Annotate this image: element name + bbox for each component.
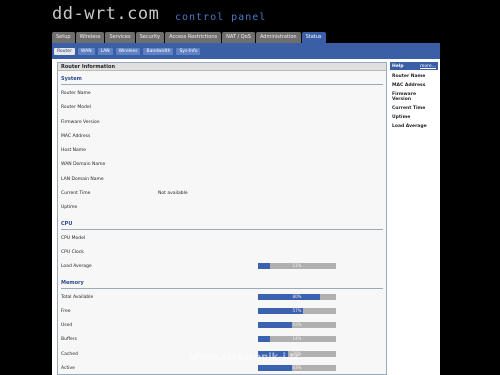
subtab-wireless[interactable]: Wireless xyxy=(115,47,141,55)
row-label: Current Time xyxy=(61,191,91,197)
info-row-lan-domain-name: LAN Domain Name xyxy=(58,173,386,187)
usage-bar: 43% xyxy=(258,322,336,329)
info-row-current-time: Current Time Not available xyxy=(58,187,386,201)
help-item-title: Current Time xyxy=(392,106,426,111)
usage-bar: 57% xyxy=(258,307,336,314)
row-label: Cached xyxy=(61,351,78,357)
usage-percent: 57% xyxy=(292,307,302,313)
help-title: Help xyxy=(392,63,404,69)
usage-percent: 11% xyxy=(292,263,302,269)
system-rows: Router Name Router Model Firmware Version M… xyxy=(58,87,386,216)
section-system: System xyxy=(61,76,82,82)
main-tabs: Setup Wireless Services Security Access … xyxy=(52,32,440,43)
row-label: MAC Address xyxy=(61,133,91,139)
row-value: Not available xyxy=(158,191,188,197)
section-cpu: CPU xyxy=(61,220,73,227)
help-item-title: MAC Address xyxy=(392,83,426,88)
usage-bar: 11% xyxy=(258,263,336,270)
help-items: Router Name MAC Address Firmware Version Cu… xyxy=(390,74,438,129)
help-item-router-name: Router Name xyxy=(390,74,438,79)
help-item-title: Load Average xyxy=(392,124,427,129)
header: dd-wrt.com control panel xyxy=(0,0,500,30)
info-row-active: Active 43% xyxy=(58,362,386,374)
row-label: Router Model xyxy=(61,105,91,111)
tab-nat-qos[interactable]: NAT / QoS xyxy=(222,32,255,43)
usage-percent: 80% xyxy=(292,293,302,299)
watermark: www.elektronik-i.tc xyxy=(190,352,301,363)
sub-tabs: Router WAN LAN Wireless Bandwidth Sys-In… xyxy=(52,43,440,59)
subtab-router[interactable]: Router xyxy=(54,47,75,55)
section-divider xyxy=(61,84,383,85)
info-row-cpu-model: CPU Model xyxy=(58,232,386,246)
info-row-uptime: Uptime xyxy=(58,201,386,215)
info-row-firmware-version: Firmware Version xyxy=(58,116,386,130)
info-row-router-name: Router Name xyxy=(58,87,386,101)
row-label: Firmware Version xyxy=(61,119,100,125)
help-item-title: Firmware Version xyxy=(392,92,416,102)
row-label: CPU Clock xyxy=(61,249,84,255)
subtab-wan[interactable]: WAN xyxy=(77,47,95,55)
section-divider xyxy=(61,228,383,230)
row-label: LAN Domain Name xyxy=(61,176,104,182)
help-item-load-average: Load Average xyxy=(390,124,438,129)
section-divider xyxy=(61,287,383,289)
row-label: Load Average xyxy=(61,264,92,270)
row-label: Host Name xyxy=(61,148,86,154)
help-item-title: Router Name xyxy=(392,74,426,79)
tab-security[interactable]: Security xyxy=(135,32,165,43)
row-label: Active xyxy=(61,366,75,372)
subtab-bandwidth[interactable]: Bandwidth xyxy=(143,47,174,55)
row-label: Total Available xyxy=(61,294,94,300)
help-item-mac-address: MAC Address xyxy=(390,83,438,88)
help-item-firmware-version: Firmware Version xyxy=(390,92,438,102)
info-row-mac-address: MAC Address xyxy=(58,130,386,144)
panel-title: Router Information xyxy=(58,63,386,71)
info-row-load-average: Load Average 11% xyxy=(58,260,386,274)
help-item-uptime: Uptime xyxy=(390,115,438,120)
tab-services[interactable]: Services xyxy=(105,32,135,43)
row-label: Free xyxy=(61,308,71,314)
info-row-wan-domain-name: WAN Domain Name xyxy=(58,158,386,172)
ddwrt-logo: dd-wrt.com xyxy=(52,4,160,24)
help-item-current-time: Current Time xyxy=(390,106,438,111)
section-memory: Memory xyxy=(61,279,84,286)
usage-bar: 80% xyxy=(258,293,336,300)
help-more-link[interactable]: more... xyxy=(420,64,436,69)
row-label: Used xyxy=(61,323,73,329)
help-panel: Help more... Router Name MAC Address Firmw… xyxy=(390,62,438,375)
subtab-lan[interactable]: LAN xyxy=(97,47,113,55)
row-label: WAN Domain Name xyxy=(61,162,106,168)
usage-percent: 43% xyxy=(292,365,302,371)
row-label: CPU Model xyxy=(61,235,86,241)
info-row-used: Used 43% xyxy=(58,319,386,333)
info-row-cpu-clock: CPU Clock xyxy=(58,246,386,260)
info-row-free: Free 57% xyxy=(58,305,386,319)
info-row-router-model: Router Model xyxy=(58,101,386,115)
help-header: Help more... xyxy=(390,62,438,70)
row-label: Uptime xyxy=(61,205,78,211)
content-area: Router Information System Router Name Rou… xyxy=(52,59,440,375)
tab-access-restrictions[interactable]: Access Restrictions xyxy=(165,32,222,43)
tab-wireless[interactable]: Wireless xyxy=(75,32,105,43)
row-label: Buffers xyxy=(61,337,78,343)
usage-bar: 43% xyxy=(258,365,336,372)
tab-setup[interactable]: Setup xyxy=(52,32,75,43)
control-panel-title: control panel xyxy=(175,12,267,23)
info-row-host-name: Host Name xyxy=(58,144,386,158)
usage-bar: 14% xyxy=(258,336,336,343)
info-row-buffers: Buffers 14% xyxy=(58,333,386,347)
tab-administration[interactable]: Administration xyxy=(255,32,301,43)
usage-percent: 14% xyxy=(292,336,302,342)
tab-status[interactable]: Status xyxy=(301,32,326,43)
help-item-title: Uptime xyxy=(392,115,411,120)
row-label: Router Name xyxy=(61,91,91,96)
subtab-sys-info[interactable]: Sys-Info xyxy=(176,47,201,55)
router-information-panel: Router Information System Router Name Rou… xyxy=(57,62,387,375)
info-row-total-available: Total Available 80% xyxy=(58,291,386,305)
usage-percent: 43% xyxy=(292,322,302,328)
cpu-rows: CPU Model CPU Clock Load Average 11% xyxy=(58,232,386,275)
